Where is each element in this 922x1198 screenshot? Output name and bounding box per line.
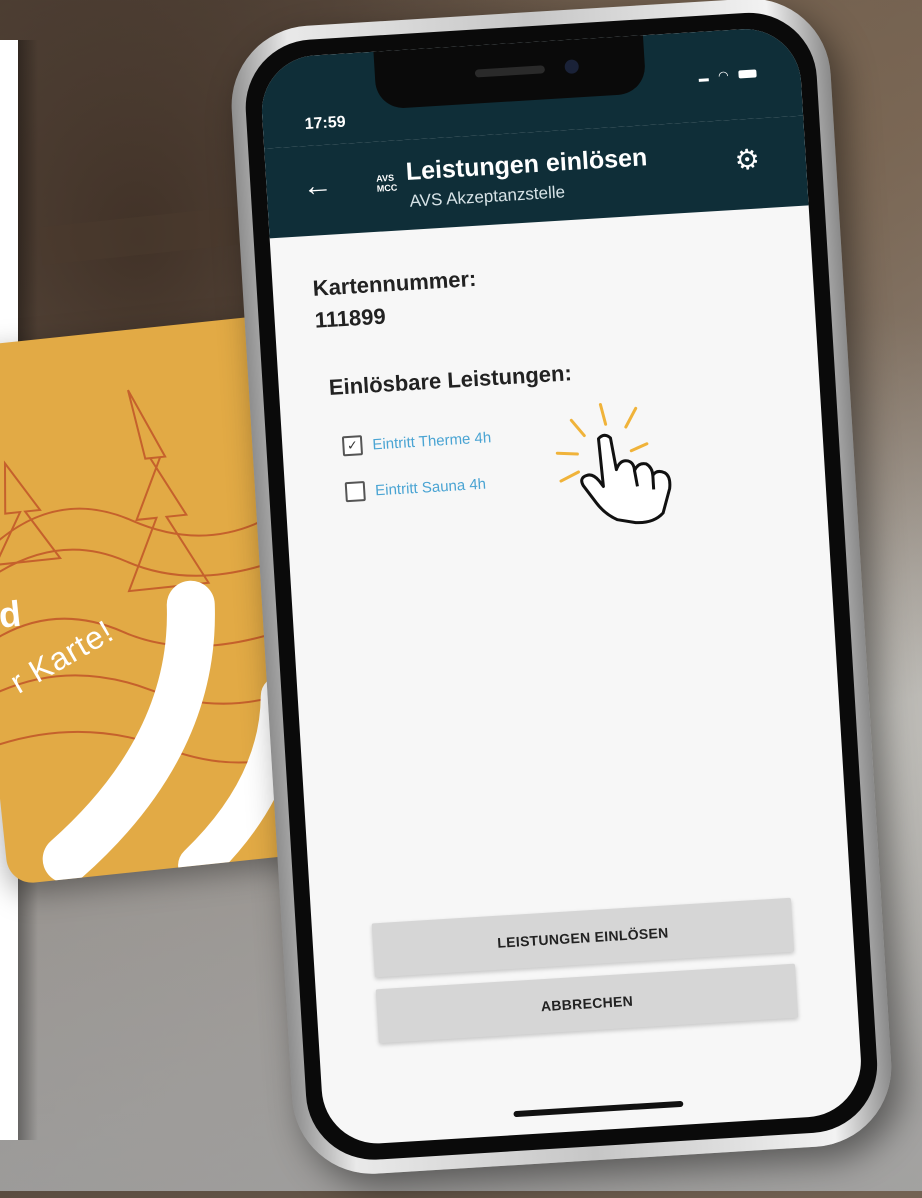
speaker — [474, 65, 546, 78]
camera — [564, 59, 580, 75]
services-label: Einlösbare Leistungen: — [328, 360, 573, 401]
gear-icon[interactable]: ⚙ — [734, 142, 761, 176]
avs-logo: AVS MCC — [375, 172, 398, 194]
phone-screen: 17:59 ◠ ← AVS MCC Leistungen einlösen AV… — [258, 25, 865, 1147]
service-item-sauna[interactable]: Eintritt Sauna 4h — [344, 474, 487, 503]
page-title: Leistungen einlösen — [404, 143, 648, 186]
wifi-icon: ◠ — [717, 68, 729, 83]
arrow-back-icon[interactable]: ← — [302, 168, 334, 203]
card-number-value: 111899 — [313, 303, 387, 333]
main-content: Kartennummer: 111899 Einlösbare Leistung… — [270, 205, 865, 1146]
phone: 17:59 ◠ ← AVS MCC Leistungen einlösen AV… — [226, 0, 922, 1198]
pointing-hand-icon — [555, 403, 672, 525]
service-label[interactable]: Eintritt Therme 4h — [372, 429, 492, 453]
page-subtitle: AVS Akzeptanzstelle — [409, 182, 566, 211]
battery-icon — [738, 69, 757, 79]
cancel-button[interactable]: ABBRECHEN — [375, 963, 799, 1044]
status-time: 17:59 — [304, 113, 347, 134]
card-number-label: Kartennummer: — [312, 265, 478, 301]
service-label[interactable]: Eintritt Sauna 4h — [375, 475, 487, 499]
redeem-button[interactable]: LEISTUNGEN EINLÖSEN — [371, 897, 795, 978]
status-icons: ◠ — [697, 66, 757, 84]
checkbox-unchecked[interactable] — [344, 481, 366, 503]
checkbox-checked[interactable]: ✓ — [341, 435, 364, 457]
signal-icon — [697, 71, 709, 82]
service-item-therme[interactable]: ✓ Eintritt Therme 4h — [341, 427, 492, 457]
